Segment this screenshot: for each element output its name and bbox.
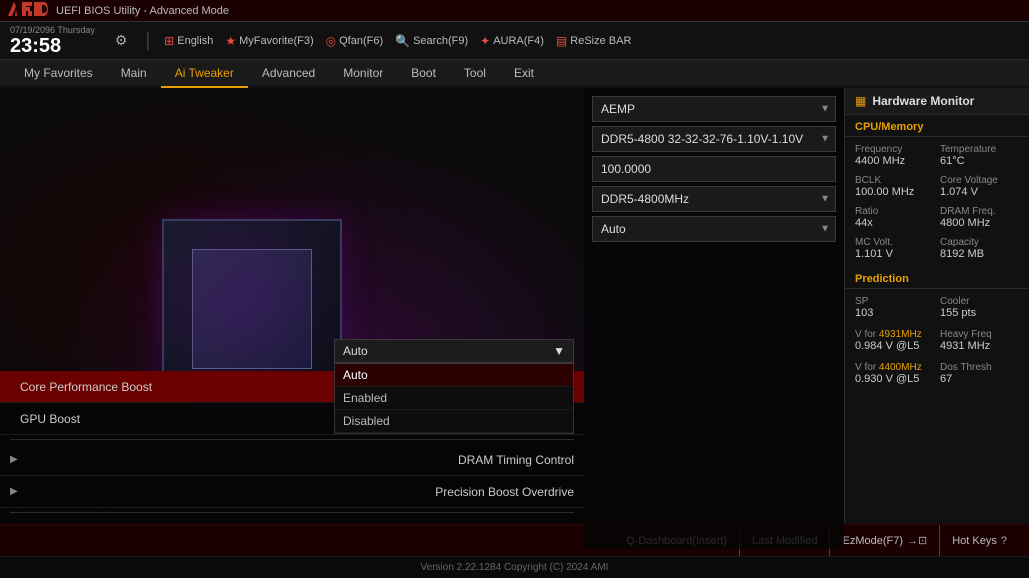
myfavorite-button[interactable]: ★ MyFavorite(F3): [225, 34, 313, 48]
titlebar: UEFI BIOS Utility - Advanced Mode: [0, 0, 1029, 22]
date-display: 07/19/2096 Thursday: [10, 25, 95, 35]
search-icon: 🔍: [395, 34, 410, 48]
core-voltage-item: Core Voltage 1.074 V: [938, 172, 1021, 201]
auto-select[interactable]: Auto Enabled Disabled: [592, 216, 836, 242]
ezmode-button[interactable]: EzMode(F7) →⊡: [830, 525, 940, 556]
cpu-memory-grid: Frequency 4400 MHz Temperature 61°C BCLK…: [845, 137, 1029, 267]
language-selector[interactable]: ⊞ English: [164, 34, 213, 48]
navbar: My Favorites Main Ai Tweaker Advanced Mo…: [0, 60, 1029, 88]
resizebar-icon: ▤: [556, 34, 567, 48]
heavy-freq-item: Heavy Freq 4931 MHz: [938, 326, 1021, 355]
topbar: 07/19/2096 Thursday 23:58 ⚙ | ⊞ English …: [0, 22, 1029, 60]
hw-monitor-title: ▦ Hardware Monitor: [845, 88, 1029, 115]
hotkeys-icon: ?: [1001, 535, 1007, 547]
nav-tool[interactable]: Tool: [450, 60, 500, 88]
v4931-item: V for 4931MHz 0.984 V @L5: [853, 326, 936, 355]
cpb-label: Core Performance Boost: [20, 380, 152, 394]
nav-myfavorites[interactable]: My Favorites: [10, 60, 107, 88]
auto-select-container: Auto Enabled Disabled ▼: [592, 216, 836, 242]
bclk-item: BCLK 100.00 MHz: [853, 172, 936, 201]
search-button[interactable]: 🔍 Search(F9): [395, 34, 468, 48]
aemp-select[interactable]: AEMP XMP Manual: [592, 96, 836, 122]
dram-freq-item: DRAM Freq. 4800 MHz: [938, 203, 1021, 232]
cpb-option-disabled[interactable]: Disabled: [335, 410, 573, 433]
v4400-row: V for 4400MHz 0.930 V @L5 Dos Thresh 67: [853, 359, 1021, 388]
dram-timing-label: DRAM Timing Control: [458, 453, 574, 467]
nav-main[interactable]: Main: [107, 60, 161, 88]
nav-exit[interactable]: Exit: [500, 60, 548, 88]
sp-item: SP 103: [853, 293, 936, 322]
gpu-boost-label: GPU Boost: [20, 412, 80, 426]
prediction-data: SP 103 Cooler 155 pts V for 4931MHz 0.98…: [845, 289, 1029, 392]
ratio-item: Ratio 44x: [853, 203, 936, 232]
aura-icon: ✦: [480, 34, 490, 48]
sp-cooler-row: SP 103 Cooler 155 pts: [853, 293, 1021, 322]
cpu-memory-section: CPU/Memory: [845, 115, 1029, 137]
nav-aitweaker[interactable]: Ai Tweaker: [161, 60, 248, 88]
resizebar-button[interactable]: ▤ ReSize BAR: [556, 34, 631, 48]
titlebar-text: UEFI BIOS Utility - Advanced Mode: [56, 5, 229, 17]
cooler-item: Cooler 155 pts: [938, 293, 1021, 322]
cpb-option-enabled[interactable]: Enabled: [335, 387, 573, 410]
time-display: 23:58: [10, 35, 61, 57]
datetime-display: 07/19/2096 Thursday 23:58: [10, 25, 95, 57]
capacity-item: Capacity 8192 MB: [938, 234, 1021, 263]
cpu-image-area: Core Performance Boost Auto ▼ Auto Enabl…: [0, 88, 584, 549]
fan-icon: ◎: [326, 34, 336, 48]
dram-timing-row[interactable]: ▶ DRAM Timing Control: [0, 444, 584, 476]
ddr5-freq-select[interactable]: DDR5-4800MHz DDR5-5200MHz DDR5-5600MHz: [592, 186, 836, 212]
nav-advanced[interactable]: Advanced: [248, 60, 329, 88]
version-bar: Version 2.22.1284 Copyright (C) 2024 AMI: [0, 556, 1029, 578]
nav-monitor[interactable]: Monitor: [329, 60, 397, 88]
dos-thresh-item: Dos Thresh 67: [938, 359, 1021, 388]
monitor-icon: ▦: [855, 94, 866, 108]
star-icon: ★: [225, 34, 236, 48]
rog-logo: [8, 2, 48, 19]
expand-icon2: ▶: [10, 486, 18, 497]
precision-boost-label: Precision Boost Overdrive: [435, 485, 574, 499]
cpb-select-header[interactable]: Auto ▼: [334, 339, 574, 363]
ddr5-profile-select-container: DDR5-4800 32-32-32-76-1.10V-1.10V ▼: [592, 126, 836, 152]
right-controls-panel: AEMP XMP Manual ▼ DDR5-4800 32-32-32-76-…: [584, 88, 844, 549]
cpb-dropdown: Auto Enabled Disabled: [334, 363, 574, 434]
ezmode-icon: →⊡: [907, 534, 927, 547]
mc-volt-item: MC Volt. 1.101 V: [853, 234, 936, 263]
statusbar: Q-Dashboard(Insert) Last Modified EzMode…: [0, 524, 1029, 556]
cpb-option-auto[interactable]: Auto: [335, 364, 573, 387]
bclk-input[interactable]: [592, 156, 836, 182]
ddr5-profile-select[interactable]: DDR5-4800 32-32-32-76-1.10V-1.10V: [592, 126, 836, 152]
precision-boost-row[interactable]: ▶ Precision Boost Overdrive: [0, 476, 584, 508]
v4400-item: V for 4400MHz 0.930 V @L5: [853, 359, 936, 388]
hardware-monitor-panel: ▦ Hardware Monitor CPU/Memory Frequency …: [844, 88, 1029, 549]
expand-icon: ▶: [10, 454, 18, 465]
temperature-item: Temperature 61°C: [938, 141, 1021, 170]
frequency-item: Frequency 4400 MHz: [853, 141, 936, 170]
prediction-section-header: Prediction: [845, 267, 1029, 289]
hotkeys-button[interactable]: Hot Keys ?: [940, 525, 1019, 556]
settings-icon[interactable]: ⚙: [115, 32, 128, 49]
core-performance-boost-row[interactable]: Core Performance Boost Auto ▼ Auto Enabl…: [0, 371, 584, 403]
qfan-button[interactable]: ◎ Qfan(F6): [326, 34, 384, 48]
aemp-select-container: AEMP XMP Manual ▼: [592, 96, 836, 122]
v4931-row: V for 4931MHz 0.984 V @L5 Heavy Freq 493…: [853, 326, 1021, 355]
language-icon: ⊞: [164, 34, 174, 48]
aura-button[interactable]: ✦ AURA(F4): [480, 34, 544, 48]
bios-rows-container: Core Performance Boost Auto ▼ Auto Enabl…: [0, 371, 584, 549]
ddr5-freq-select-container: DDR5-4800MHz DDR5-5200MHz DDR5-5600MHz ▼: [592, 186, 836, 212]
nav-boot[interactable]: Boot: [397, 60, 450, 88]
version-text: Version 2.22.1284 Copyright (C) 2024 AMI: [421, 562, 609, 573]
